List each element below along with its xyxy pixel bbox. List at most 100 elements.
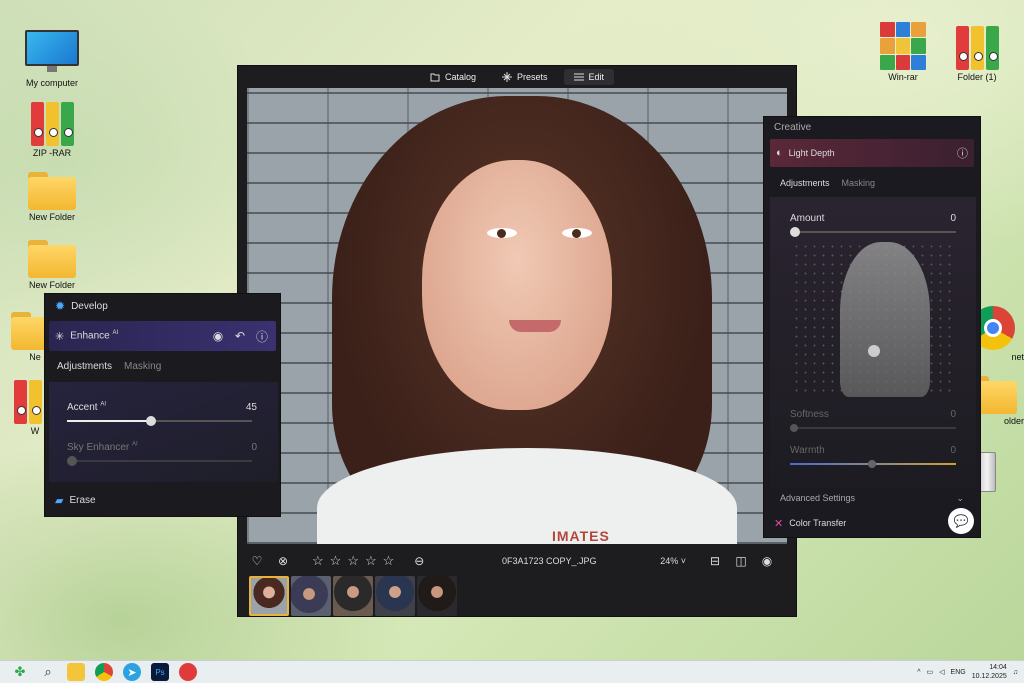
sparkle-icon: ✳ xyxy=(55,330,65,343)
depth-focus-handle[interactable] xyxy=(868,345,880,357)
file-explorer-icon[interactable] xyxy=(67,663,85,681)
filmstrip-thumb[interactable] xyxy=(333,576,373,616)
undo-icon[interactable]: ↶ xyxy=(232,329,248,343)
sliders-icon xyxy=(573,73,584,81)
compare-layout-icon[interactable]: ⊟ xyxy=(708,554,722,568)
tab-adjustments[interactable]: Adjustments xyxy=(57,361,112,372)
amount-slider[interactable]: Amount 0 xyxy=(790,213,956,237)
clock[interactable]: 14:04 10.12.2025 xyxy=(972,663,1007,681)
half-circle-icon: ◐ xyxy=(776,147,783,159)
folder-icon xyxy=(28,240,76,278)
eye-icon[interactable]: ◉ xyxy=(760,554,774,568)
slider-knob[interactable] xyxy=(67,456,77,466)
softness-slider[interactable]: Softness 0 xyxy=(790,409,956,432)
filmstrip-thumb[interactable] xyxy=(417,576,457,616)
slider-track[interactable] xyxy=(790,460,956,468)
star-icon[interactable]: ☆ xyxy=(330,553,342,569)
search-icon[interactable]: ⌕ xyxy=(39,663,57,681)
slider-knob[interactable] xyxy=(868,460,876,468)
light-depth-controls: Amount 0 Softness 0 Warmth 0 xyxy=(770,197,976,487)
tab-masking[interactable]: Masking xyxy=(842,178,876,188)
file-name: 0F3A1723 COPY_.JPG xyxy=(501,556,597,566)
slider-knob[interactable] xyxy=(790,424,798,432)
eye-icon[interactable]: ◉ xyxy=(210,329,226,343)
star-icon[interactable]: ☆ xyxy=(312,553,324,569)
main-photo-canvas[interactable]: IMATES xyxy=(247,88,787,544)
telegram-icon[interactable]: ➤ xyxy=(123,663,141,681)
network-icon[interactable]: ▭ xyxy=(927,668,934,676)
portrait-eye-left xyxy=(487,228,517,238)
tab-masking[interactable]: Masking xyxy=(124,361,161,372)
zoom-dropdown[interactable]: 24% ˅ xyxy=(660,556,686,566)
portrait-eye-right xyxy=(562,228,592,238)
split-view-icon[interactable]: ◫ xyxy=(734,554,748,568)
chevron-up-icon[interactable]: ^ xyxy=(917,669,920,676)
slider-track[interactable] xyxy=(67,416,252,426)
eraser-icon: ▰ xyxy=(55,495,64,507)
depth-silhouette xyxy=(840,242,930,397)
chrome-icon[interactable] xyxy=(95,663,113,681)
star-rating[interactable]: ☆ ☆ ☆ ☆ ☆ xyxy=(312,553,394,569)
slider-track[interactable] xyxy=(790,227,956,237)
color-transfer-icon: ✕ xyxy=(774,517,784,530)
desktop-icon-folder-1[interactable]: Folder (1) xyxy=(942,26,1012,82)
desktop-icon-zip-rar[interactable]: ZIP -RAR xyxy=(17,102,87,158)
develop-panel: ✹ Develop ✳ Enhance AI ◉ ↶ ⓘ Adjustments… xyxy=(44,293,281,517)
desktop-icon-winrar[interactable]: Win-rar xyxy=(868,22,938,82)
binders-icon xyxy=(953,26,1001,70)
editor-bottom-bar: ♡ ⊗ ☆ ☆ ☆ ☆ ☆ ⊖ 0F3A1723 COPY_.JPG 24% ˅… xyxy=(238,546,798,576)
photo-editor-app-icon[interactable] xyxy=(179,663,197,681)
tab-adjustments[interactable]: Adjustments xyxy=(780,178,830,188)
slider-track[interactable] xyxy=(790,424,956,432)
editor-top-nav: Catalog Presets Edit xyxy=(238,66,796,88)
reject-icon[interactable]: ⊗ xyxy=(276,554,290,568)
notification-bell-icon[interactable]: ♫ xyxy=(1013,669,1018,676)
warmth-slider[interactable]: Warmth 0 xyxy=(790,445,956,468)
slider-track[interactable] xyxy=(67,456,252,466)
clear-rating-icon[interactable]: ⊖ xyxy=(412,554,426,568)
creative-header: Creative xyxy=(774,121,812,133)
chat-assistant-button[interactable]: 💬 xyxy=(948,508,974,534)
folder-icon xyxy=(28,172,76,210)
depth-map-preview[interactable] xyxy=(792,242,954,397)
tab-edit[interactable]: Edit xyxy=(563,69,615,85)
desktop-icon-my-computer[interactable]: My computer xyxy=(17,30,87,88)
volume-icon[interactable]: ◁ xyxy=(939,668,944,676)
sky-enhancer-slider[interactable]: Sky Enhancer AI 0 xyxy=(67,442,257,466)
filmstrip-thumb[interactable] xyxy=(375,576,415,616)
photoshop-icon[interactable]: Ps xyxy=(151,663,169,681)
photo-editor-window: Catalog Presets Edit IMATES ♡ ⊗ ☆ ☆ ☆ ☆ … xyxy=(237,65,797,617)
creative-panel: Creative ◐ Light Depth ⓘ Adjustments Mas… xyxy=(763,116,981,538)
sun-icon: ✹ xyxy=(55,299,66,313)
filmstrip-thumb[interactable] xyxy=(291,576,331,616)
star-icon[interactable]: ☆ xyxy=(365,553,377,569)
light-depth-row[interactable]: ◐ Light Depth ⓘ xyxy=(770,139,974,167)
system-tray: ^ ▭ ◁ ENG 14:04 10.12.2025 ♫ xyxy=(917,663,1018,681)
start-button[interactable]: ✤ xyxy=(11,663,29,681)
taskbar: ✤ ⌕ ➤ Ps ^ ▭ ◁ ENG 14:04 10.12.2025 ♫ xyxy=(0,660,1024,683)
language-indicator[interactable]: ENG xyxy=(951,669,966,676)
develop-subtabs: Adjustments Masking xyxy=(45,351,280,381)
shirt-print-text: IMATES xyxy=(552,528,610,544)
advanced-settings-row[interactable]: Advanced Settings ⌄ xyxy=(764,487,980,509)
tab-presets[interactable]: Presets xyxy=(492,69,558,85)
enhance-ai-row[interactable]: ✳ Enhance AI ◉ ↶ ⓘ xyxy=(49,321,276,351)
filmstrip-thumb[interactable] xyxy=(249,576,289,616)
slider-knob[interactable] xyxy=(146,416,156,426)
star-icon[interactable]: ☆ xyxy=(383,553,395,569)
slider-knob[interactable] xyxy=(790,227,800,237)
info-icon[interactable]: ⓘ xyxy=(957,145,968,161)
erase-row[interactable]: ▰ Erase xyxy=(45,494,280,507)
develop-header[interactable]: ✹ Develop xyxy=(45,294,280,318)
creative-subtabs: Adjustments Masking xyxy=(764,169,980,197)
tab-catalog[interactable]: Catalog xyxy=(420,69,486,85)
sparkle-icon xyxy=(502,72,512,82)
star-icon[interactable]: ☆ xyxy=(347,553,359,569)
info-icon[interactable]: ⓘ xyxy=(254,328,270,345)
chevron-down-icon: ˅ xyxy=(680,556,686,566)
portrait-mouth xyxy=(509,320,561,332)
heart-icon[interactable]: ♡ xyxy=(250,554,264,568)
desktop-icon-new-folder[interactable]: New Folder xyxy=(17,172,87,222)
desktop-icon-new-folder-2[interactable]: New Folder xyxy=(17,240,87,290)
accent-slider[interactable]: Accent AI 45 xyxy=(67,402,257,426)
